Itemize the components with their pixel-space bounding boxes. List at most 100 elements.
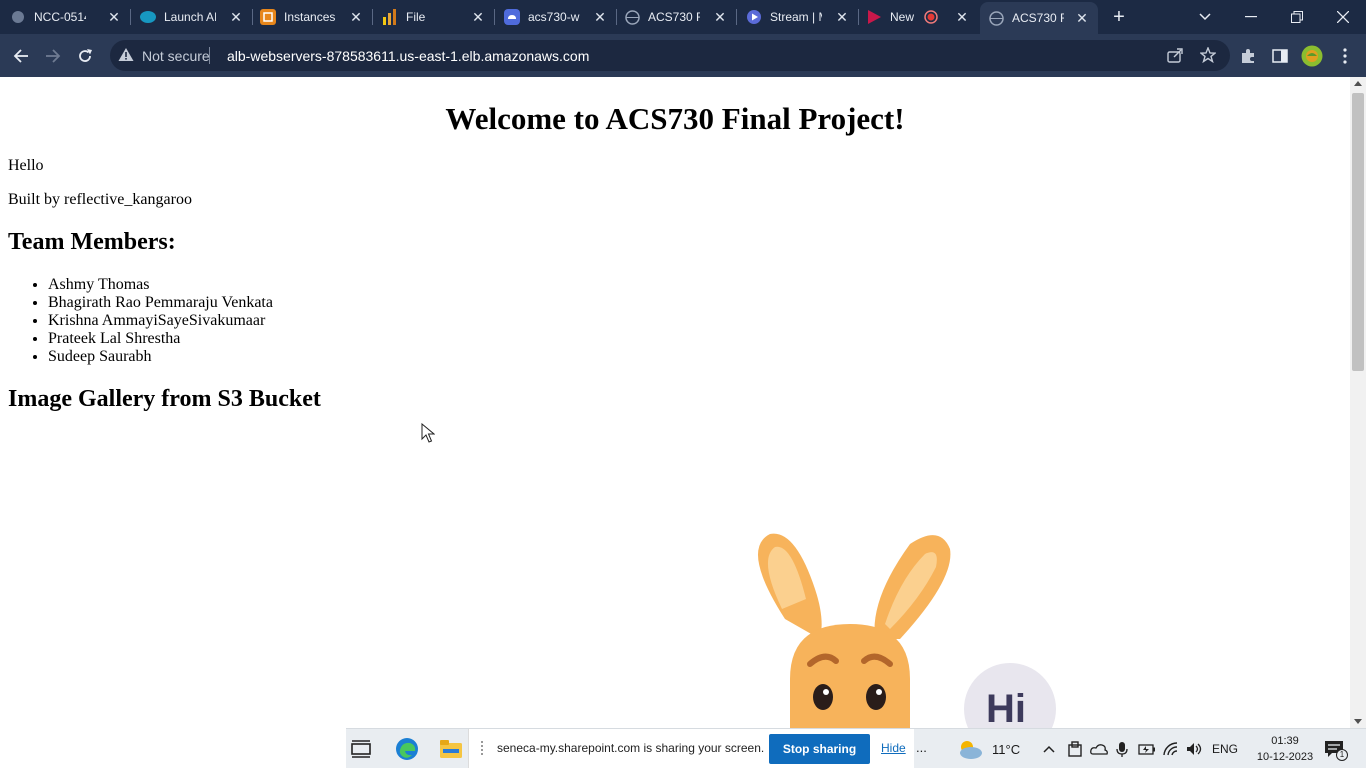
reload-button[interactable] <box>72 43 98 69</box>
video-play-icon <box>866 9 882 25</box>
url-text[interactable]: alb-webservers-878583611.us-east-1.elb.a… <box>227 48 589 64</box>
forward-button[interactable] <box>40 43 66 69</box>
battery-charging-icon[interactable] <box>1138 729 1156 768</box>
tab-label: File <box>406 10 426 24</box>
page-scrollbar[interactable] <box>1350 77 1366 728</box>
file-explorer-icon[interactable] <box>438 737 464 761</box>
greeting-text: Hello <box>8 157 44 174</box>
tab-label: acs730-w <box>528 10 580 24</box>
restore-button[interactable] <box>1274 0 1320 34</box>
tab-5[interactable]: acs730-w ✕ <box>504 4 617 30</box>
tab-1[interactable]: NCC-0514 ✕ <box>10 4 131 30</box>
close-icon[interactable]: ✕ <box>832 7 852 27</box>
chevron-up-icon[interactable] <box>1043 729 1055 768</box>
weather-temp: 11°C <box>992 741 1021 757</box>
tab-label: Launch AI <box>164 10 216 24</box>
tab-label: Instances <box>284 10 336 24</box>
new-tab-button[interactable]: + <box>1108 6 1130 28</box>
speaker-volume-icon[interactable] <box>1186 729 1204 768</box>
edge-browser-icon[interactable] <box>394 737 420 761</box>
restore-icon <box>1291 11 1303 23</box>
close-icon[interactable]: ✕ <box>226 7 246 27</box>
tab-label: NCC-0514 <box>34 10 86 24</box>
tab-3[interactable]: Instances ✕ <box>260 4 373 30</box>
stream-icon <box>746 9 762 25</box>
stop-sharing-button[interactable]: Stop sharing <box>769 734 870 764</box>
side-panel-icon[interactable] <box>1269 45 1291 67</box>
close-icon[interactable]: ✕ <box>104 7 124 27</box>
tab-separator <box>736 9 737 25</box>
screen-share-bar: seneca-my.sharepoint.com is sharing your… <box>468 729 914 768</box>
aws-console-icon <box>260 9 276 25</box>
minimize-icon <box>1245 16 1257 18</box>
tab-9-active[interactable]: ACS730 Fi ✕ <box>980 2 1098 34</box>
hide-link[interactable]: Hide <box>881 741 906 755</box>
system-clock[interactable]: 01:39 10-12-2023 <box>1250 733 1320 765</box>
reload-icon <box>79 49 92 62</box>
clock-time: 01:39 <box>1271 735 1299 747</box>
team-list: Ashmy Thomas Bhagirath Rao Pemmaraju Ven… <box>48 276 273 366</box>
notifications-button[interactable]: 1 <box>1324 729 1348 768</box>
tab-2[interactable]: Launch AI ✕ <box>140 4 253 30</box>
scroll-up-icon[interactable] <box>1354 81 1362 86</box>
weather-widget[interactable]: 11°C <box>956 729 1020 768</box>
mascot-bubble-text: Hi <box>986 687 1026 728</box>
tab-label: Stream | M <box>770 10 822 24</box>
tab-6[interactable]: ACS730 Fi ✕ <box>624 4 737 30</box>
close-window-button[interactable] <box>1320 0 1366 34</box>
microphone-icon[interactable] <box>1116 729 1128 768</box>
built-by-text: Built by reflective_kangaroo <box>8 191 192 208</box>
partly-cloudy-icon <box>960 741 982 759</box>
address-bar[interactable]: Not secure alb-webservers-878583611.us-e… <box>110 40 1230 71</box>
tab-separator <box>372 9 373 25</box>
tab-8[interactable]: New I ✕ <box>866 4 978 30</box>
close-icon[interactable]: ✕ <box>1072 8 1092 28</box>
share-message: seneca-my.sharepoint.com is sharing your… <box>497 741 765 755</box>
web-page: Welcome to ACS730 Final Project! Hello B… <box>0 77 1350 728</box>
language-indicator[interactable]: ENG <box>1212 729 1238 768</box>
tab-search-button[interactable] <box>1182 0 1228 34</box>
profile-avatar[interactable] <box>1301 45 1323 67</box>
meet-now-icon[interactable] <box>1068 729 1082 768</box>
scroll-thumb[interactable] <box>1352 93 1364 371</box>
share-icon[interactable] <box>1164 44 1186 66</box>
tab-4[interactable]: File ✕ <box>382 4 495 30</box>
extensions-puzzle-icon[interactable] <box>1237 45 1259 67</box>
task-view-icon[interactable] <box>348 737 374 761</box>
warning-icon[interactable] <box>118 47 134 67</box>
wifi-icon[interactable] <box>1163 729 1181 768</box>
arrow-right-icon <box>46 49 61 63</box>
chevron-down-icon <box>1199 13 1211 21</box>
team-member: Ashmy Thomas <box>48 276 273 294</box>
close-icon[interactable]: ✕ <box>590 7 610 27</box>
gallery-heading: Image Gallery from S3 Bucket <box>8 386 321 412</box>
globe-icon <box>988 10 1004 26</box>
close-icon[interactable]: ✕ <box>468 7 488 27</box>
minimize-button[interactable] <box>1228 0 1274 34</box>
clock-date: 10-12-2023 <box>1256 751 1314 763</box>
tab-separator <box>858 9 859 25</box>
tab-label: ACS730 Fi <box>648 10 700 24</box>
team-member: Prateek Lal Shrestha <box>48 330 273 348</box>
tab-7[interactable]: Stream | M ✕ <box>746 4 859 30</box>
security-label[interactable]: Not secure <box>142 48 210 64</box>
close-icon[interactable]: ✕ <box>952 7 972 27</box>
back-button[interactable] <box>8 43 34 69</box>
team-heading: Team Members: <box>8 229 176 255</box>
power-bi-icon <box>382 9 398 25</box>
tab-strip: NCC-0514 ✕ Launch AI ✕ Instances ✕ File … <box>0 0 1366 34</box>
kebab-menu-icon[interactable] <box>1334 45 1356 67</box>
scroll-down-icon[interactable] <box>1354 719 1362 724</box>
tab-separator <box>616 9 617 25</box>
drag-handle[interactable] <box>481 741 487 755</box>
share-more-label[interactable]: ... <box>916 727 927 767</box>
ncc-favicon-icon <box>10 9 26 25</box>
team-member: Krishna AmmayiSayeSivakumaar <box>48 312 273 330</box>
tab-separator <box>494 9 495 25</box>
onedrive-cloud-icon[interactable] <box>1090 729 1108 768</box>
notification-badge: 1 <box>1336 749 1348 761</box>
close-icon[interactable]: ✕ <box>346 7 366 27</box>
close-icon[interactable]: ✕ <box>710 7 730 27</box>
recording-icon <box>924 10 938 24</box>
bookmark-star-icon[interactable] <box>1197 44 1219 66</box>
